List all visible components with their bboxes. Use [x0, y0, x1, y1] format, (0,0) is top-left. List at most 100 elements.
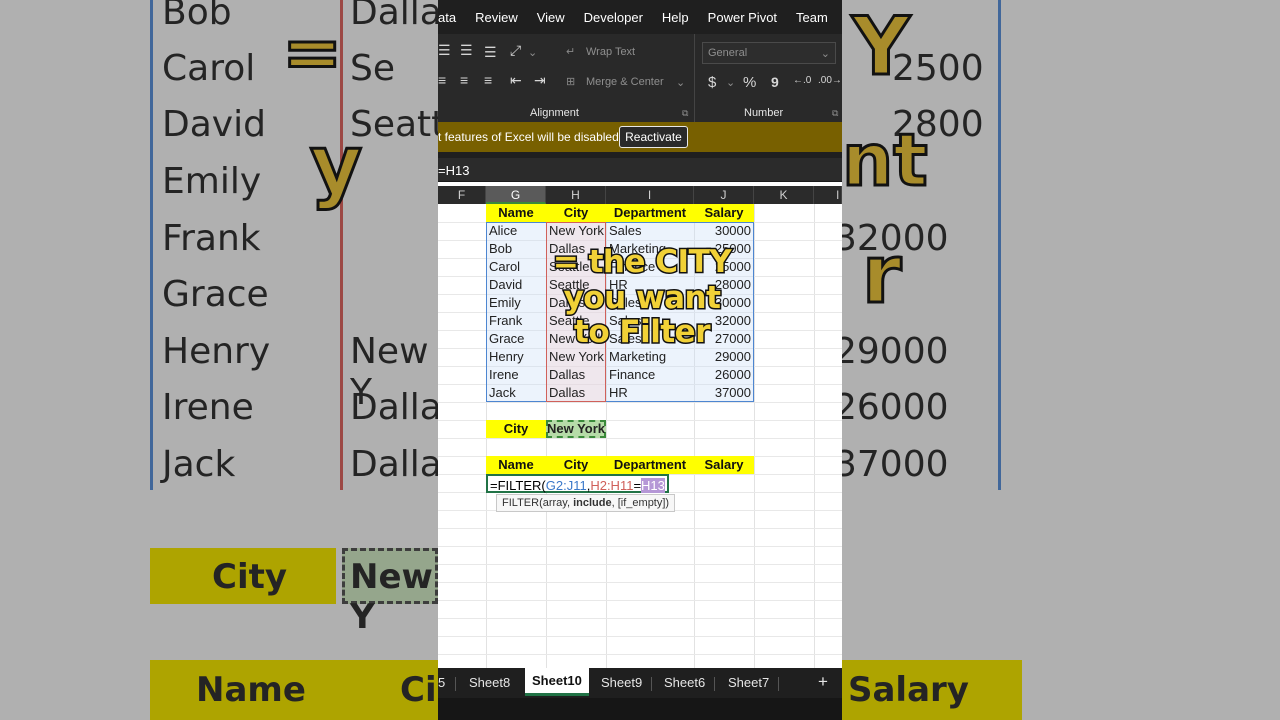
gridline — [438, 636, 842, 637]
tab-divider — [778, 677, 779, 691]
align-center-icon[interactable]: ≡ — [460, 72, 468, 88]
column-header-f[interactable]: F — [438, 186, 486, 204]
cell-department[interactable]: Marketing — [606, 348, 694, 366]
ribbon: ☰ ☰ ☰ ⤢ ⌄ ↵ Wrap Text ≡ ≡ ≡ ⇤ ⇥ ⊞ Merge … — [438, 34, 842, 122]
alignment-launcher-icon[interactable]: ⧉ — [682, 108, 688, 119]
menu-power-pivot[interactable]: Power Pivot — [708, 10, 777, 25]
bg-city: Se — [350, 48, 395, 89]
currency-dropdown-icon[interactable]: ⌄ — [726, 76, 735, 89]
align-top-icon[interactable]: ☰ — [438, 42, 451, 59]
currency-icon[interactable]: $ — [708, 74, 716, 91]
menu-review[interactable]: Review — [475, 10, 518, 25]
cell-department[interactable]: Sales — [606, 222, 694, 240]
worksheet-grid[interactable]: Name City Department Salary Alice New Yo… — [438, 204, 842, 668]
increase-indent-icon[interactable]: ⇥ — [534, 72, 546, 89]
cell-city[interactable]: Dallas — [546, 366, 606, 384]
column-header-g[interactable]: G — [486, 186, 546, 204]
merge-icon[interactable]: ⊞ — [566, 75, 575, 88]
decrease-decimal-icon[interactable]: .00→ — [818, 75, 842, 86]
number-format-select[interactable]: General ⌄ — [702, 42, 836, 64]
column-headers: F G H I J K l — [438, 186, 842, 204]
sheet-tab-sheet7[interactable]: Sheet7 — [728, 675, 769, 690]
cell-name[interactable]: Alice — [486, 222, 546, 240]
gridline — [438, 618, 842, 619]
gridline — [438, 564, 842, 565]
formula-array-ref: G2:J11 — [545, 478, 587, 493]
menu-help[interactable]: Help — [662, 10, 689, 25]
bg-value: 26000 — [842, 387, 949, 428]
increase-decimal-icon[interactable]: ←.0 — [793, 75, 811, 86]
orientation-dropdown-icon[interactable]: ⌄ — [528, 46, 537, 59]
cell-salary[interactable]: 37000 — [694, 384, 754, 402]
formula-include-ref: H2:H11 — [590, 478, 634, 493]
menu-data[interactable]: ata — [438, 10, 456, 25]
merge-dropdown-icon[interactable]: ⌄ — [676, 76, 685, 89]
align-left-icon[interactable]: ≡ — [438, 72, 446, 88]
percent-icon[interactable]: % — [743, 74, 756, 91]
sheet-tab-5[interactable]: 5 — [438, 675, 445, 690]
align-right-icon[interactable]: ≡ — [484, 72, 492, 88]
cell-name[interactable]: Jack — [486, 384, 546, 402]
menu-team[interactable]: Team — [796, 10, 828, 25]
column-header-j[interactable]: J — [694, 186, 754, 204]
cell-name[interactable]: Irene — [486, 366, 546, 384]
gridline — [438, 528, 842, 529]
output-header-name[interactable]: Name — [486, 456, 546, 474]
bg-caption-fragment: = — [280, 9, 343, 96]
column-header-k[interactable]: K — [754, 186, 814, 204]
wrap-text-button[interactable]: Wrap Text — [586, 46, 635, 58]
criteria-value[interactable]: New York — [546, 420, 606, 438]
column-header-l[interactable]: l — [814, 186, 842, 204]
output-header-city[interactable]: City — [546, 456, 606, 474]
tab-divider — [714, 677, 715, 691]
comma-style-icon[interactable]: 9 — [771, 74, 779, 90]
ribbon-separator — [694, 34, 695, 122]
cell-name[interactable]: Henry — [486, 348, 546, 366]
output-header-salary[interactable]: Salary — [694, 456, 754, 474]
column-header-h[interactable]: H — [546, 186, 606, 204]
cell-city[interactable]: New York — [546, 222, 606, 240]
add-sheet-button[interactable]: + — [818, 672, 828, 692]
header-salary[interactable]: Salary — [694, 204, 754, 222]
number-group-label: Number — [744, 107, 784, 119]
decrease-indent-icon[interactable]: ⇤ — [510, 72, 522, 89]
sheet-tab-sheet6[interactable]: Sheet6 — [664, 675, 705, 690]
bg-salary-header: Salary — [848, 670, 969, 710]
formula-equals: = — [633, 478, 642, 493]
sheet-tab-sheet10[interactable]: Sheet10 — [525, 668, 589, 696]
tooltip-current-arg[interactable]: include — [573, 497, 612, 509]
number-launcher-icon[interactable]: ⧉ — [832, 108, 838, 119]
cell-department[interactable]: HR — [606, 384, 694, 402]
cell-department[interactable]: Finance — [606, 366, 694, 384]
output-header-department[interactable]: Department — [606, 456, 694, 474]
formula-bar[interactable]: =H13 — [438, 158, 842, 182]
column-header-i[interactable]: I — [606, 186, 694, 204]
bg-name: David — [162, 104, 266, 145]
header-name[interactable]: Name — [486, 204, 546, 222]
criteria-label[interactable]: City — [486, 420, 546, 438]
sheet-tab-sheet9[interactable]: Sheet9 — [601, 675, 642, 690]
merge-center-button[interactable]: Merge & Center — [586, 76, 664, 88]
cell-salary[interactable]: 30000 — [694, 222, 754, 240]
align-middle-icon[interactable]: ☰ — [460, 42, 473, 59]
align-bottom-icon[interactable]: ☰ — [484, 44, 497, 61]
chevron-down-icon: ⌄ — [820, 48, 830, 60]
formula-edit-cell[interactable]: =FILTER(G2:J11,H2:H11=H13 — [486, 474, 669, 493]
cell-salary[interactable]: 29000 — [694, 348, 754, 366]
reactivate-button[interactable]: Reactivate — [619, 126, 688, 148]
background-right-panel: 2500 2800 32000 29000 26000 37000 Y nt r… — [842, 0, 1280, 720]
header-city[interactable]: City — [546, 204, 606, 222]
bg-name: Grace — [162, 274, 269, 315]
bg-city-header: Ci — [400, 670, 437, 710]
cell-city[interactable]: Dallas — [546, 384, 606, 402]
header-department[interactable]: Department — [606, 204, 694, 222]
cell-city[interactable]: New York — [546, 348, 606, 366]
menu-view[interactable]: View — [537, 10, 565, 25]
tab-divider — [651, 677, 652, 691]
sheet-tab-sheet8[interactable]: Sheet8 — [469, 675, 510, 690]
wrap-text-icon[interactable]: ↵ — [566, 45, 575, 58]
orientation-icon[interactable]: ⤢ — [510, 42, 521, 59]
bg-caption-fragment: y — [308, 117, 363, 213]
menu-developer[interactable]: Developer — [584, 10, 643, 25]
cell-salary[interactable]: 26000 — [694, 366, 754, 384]
